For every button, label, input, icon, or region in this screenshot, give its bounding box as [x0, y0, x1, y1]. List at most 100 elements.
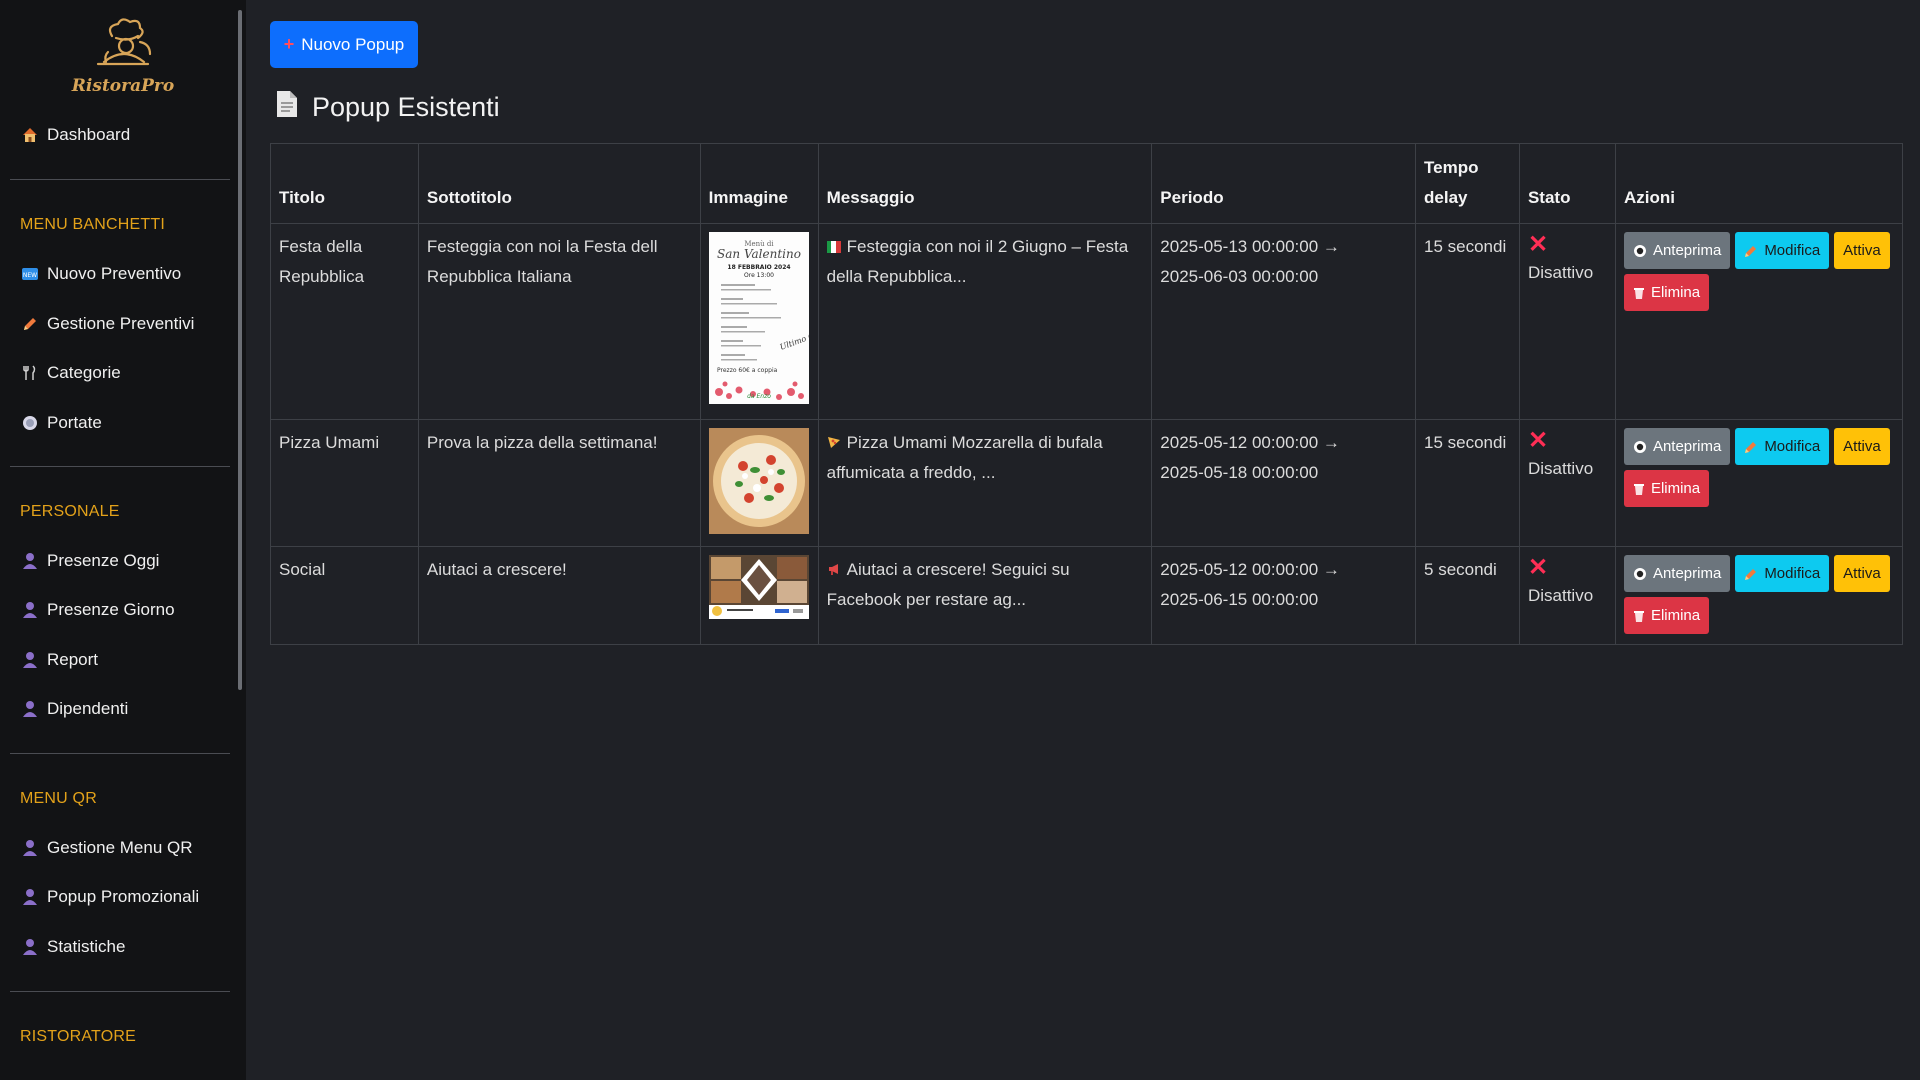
periodo-start: 2025-05-13 00:00:00 →: [1160, 237, 1340, 256]
delete-button[interactable]: Elimina: [1623, 470, 1710, 507]
cell-messaggio-text: Pizza Umami Mozzarella di bufala affumic…: [826, 433, 1103, 482]
table-row: Pizza Umami Prova la pizza della settima…: [270, 419, 1904, 547]
sidebar-item-report[interactable]: Report: [20, 645, 98, 675]
status-text: Disattivo: [1527, 459, 1594, 478]
column-header-titolo[interactable]: Titolo: [270, 143, 419, 224]
sidebar-item-dipendenti[interactable]: Dipendenti: [20, 694, 128, 724]
table-row: Festa della Repubblica Festeggia con noi…: [270, 223, 1904, 420]
periodo-end: 2025-06-03 00:00:00: [1160, 267, 1319, 286]
cell-messaggio: Aiutaci a crescere! Seguici su Facebook …: [817, 546, 1153, 645]
preview-button[interactable]: Anteprima: [1623, 232, 1731, 269]
sidebar-item-label: Statistiche: [47, 937, 126, 956]
person-icon: [20, 937, 40, 957]
cell-stato: ✕ Disattivo: [1518, 419, 1616, 547]
delete-label: Elimina: [1650, 480, 1701, 497]
preview-label: Anteprima: [1652, 565, 1722, 582]
activate-button[interactable]: Attiva: [1834, 428, 1890, 465]
column-header-stato[interactable]: Stato: [1518, 143, 1616, 224]
eye-icon: [1633, 567, 1647, 581]
periodo-start: 2025-05-12 00:00:00 →: [1160, 560, 1340, 579]
delete-button[interactable]: Elimina: [1623, 274, 1710, 311]
edit-button[interactable]: Modifica: [1735, 555, 1830, 592]
column-header-periodo[interactable]: Periodo: [1151, 143, 1417, 224]
delete-label: Elimina: [1650, 607, 1701, 624]
sidebar-item-label: Gestione Preventivi: [47, 314, 195, 333]
sidebar-item-popup-promozionali[interactable]: Popup Promozionali: [20, 882, 199, 912]
cell-azioni: Anteprima Modifica Attiva Elimina: [1614, 546, 1904, 645]
status-text: Disattivo: [1527, 263, 1594, 282]
person-icon: [20, 887, 40, 907]
cell-stato: ✕ Disattivo: [1518, 546, 1616, 645]
cell-sottotitolo: Aiutaci a crescere!: [417, 546, 701, 645]
preview-button[interactable]: Anteprima: [1623, 555, 1731, 592]
pencil-icon: [1744, 567, 1758, 581]
edit-button[interactable]: Modifica: [1735, 232, 1830, 269]
popups-table: Titolo Sottotitolo Immagine Messaggio Pe…: [270, 143, 1904, 645]
column-header-immagine[interactable]: Immagine: [699, 143, 819, 224]
column-header-messaggio[interactable]: Messaggio: [817, 143, 1153, 224]
pencil-icon: [1744, 440, 1758, 454]
delete-label: Elimina: [1650, 284, 1701, 301]
person-icon: [20, 699, 40, 719]
cell-periodo: 2025-05-12 00:00:00 → 2025-05-18 00:00:0…: [1151, 419, 1417, 547]
new-popup-label: Nuovo Popup: [301, 34, 405, 54]
preview-button[interactable]: Anteprima: [1623, 428, 1731, 465]
sidebar-item-label: Report: [47, 650, 99, 669]
section-title-text: Popup Esistenti: [312, 92, 500, 122]
cell-sottotitolo: Festeggia con noi la Festa dell Repubbli…: [417, 223, 701, 420]
popup-pizza-image[interactable]: [708, 428, 809, 534]
new-badge-icon: NEW: [20, 264, 40, 284]
edit-label: Modifica: [1764, 242, 1821, 259]
delete-button[interactable]: Elimina: [1623, 597, 1710, 634]
popup-flyer-image[interactable]: Menù di San Valentino 18 FEBBRAIO 2024 O…: [708, 232, 809, 404]
sidebar-item-presenze-giorno[interactable]: Presenze Giorno: [20, 595, 175, 625]
preview-label: Anteprima: [1652, 242, 1722, 259]
new-popup-button[interactable]: + Nuovo Popup: [270, 21, 418, 68]
trash-icon: [1633, 286, 1645, 300]
edit-button[interactable]: Modifica: [1735, 428, 1830, 465]
sidebar-item-gestione-menu-qr[interactable]: Gestione Menu QR: [20, 833, 193, 863]
sidebar-item-statistiche[interactable]: Statistiche: [20, 932, 125, 962]
pizza-icon: [827, 435, 841, 448]
popup-social-image[interactable]: [708, 555, 809, 619]
activate-label: Attiva: [1843, 242, 1881, 259]
status-text: Disattivo: [1527, 586, 1594, 605]
brand-logo[interactable]: RistoraPro: [68, 18, 178, 102]
preview-label: Anteprima: [1652, 438, 1722, 455]
sidebar-item-label: Presenze Giorno: [47, 600, 175, 619]
sidebar-scrollbar[interactable]: [238, 10, 242, 690]
sidebar-item-gestione-preventivi[interactable]: Gestione Preventivi: [20, 309, 194, 339]
sidebar-item-nuovo-preventivo[interactable]: NEW Nuovo Preventivo: [20, 259, 181, 289]
cell-messaggio: Pizza Umami Mozzarella di bufala affumic…: [817, 419, 1153, 547]
divider: [10, 179, 230, 180]
cell-periodo: 2025-05-13 00:00:00 → 2025-06-03 00:00:0…: [1151, 223, 1417, 420]
cell-messaggio: Festeggia con noi il 2 Giugno – Festa de…: [817, 223, 1153, 420]
brand-name: RistoraPro: [71, 76, 175, 96]
person-icon: [20, 551, 40, 571]
sidebar-item-label: Nuovo Preventivo: [47, 264, 182, 283]
pencil-icon: [20, 314, 40, 334]
trash-icon: [1633, 482, 1645, 496]
fork-knife-icon: [20, 363, 40, 383]
sidebar-item-dashboard[interactable]: Dashboard: [20, 120, 130, 150]
column-header-tempo-delay[interactable]: Tempo delay: [1415, 143, 1520, 224]
cell-messaggio-text: Festeggia con noi il 2 Giugno – Festa de…: [826, 237, 1129, 286]
periodo-end: 2025-05-18 00:00:00: [1160, 463, 1319, 482]
cell-stato: ✕ Disattivo: [1518, 223, 1616, 420]
house-icon: [20, 125, 40, 145]
document-icon: [276, 90, 298, 125]
sidebar-item-categorie[interactable]: Categorie: [20, 358, 121, 388]
svg-text:18 FEBBRAIO 2024: 18 FEBBRAIO 2024: [727, 264, 790, 271]
eye-icon: [1633, 440, 1647, 454]
cell-periodo: 2025-05-12 00:00:00 → 2025-06-15 00:00:0…: [1151, 546, 1417, 645]
activate-button[interactable]: Attiva: [1834, 232, 1890, 269]
activate-label: Attiva: [1843, 565, 1881, 582]
sidebar-item-presenze-oggi[interactable]: Presenze Oggi: [20, 546, 159, 576]
cell-titolo: Festa della Repubblica: [270, 223, 419, 420]
sidebar-item-label: Categorie: [47, 363, 121, 382]
column-header-sottotitolo[interactable]: Sottotitolo: [417, 143, 701, 224]
plate-icon: [20, 413, 40, 433]
sidebar-item-portate[interactable]: Portate: [20, 408, 102, 438]
activate-button[interactable]: Attiva: [1834, 555, 1890, 592]
column-header-azioni[interactable]: Azioni: [1614, 143, 1904, 224]
